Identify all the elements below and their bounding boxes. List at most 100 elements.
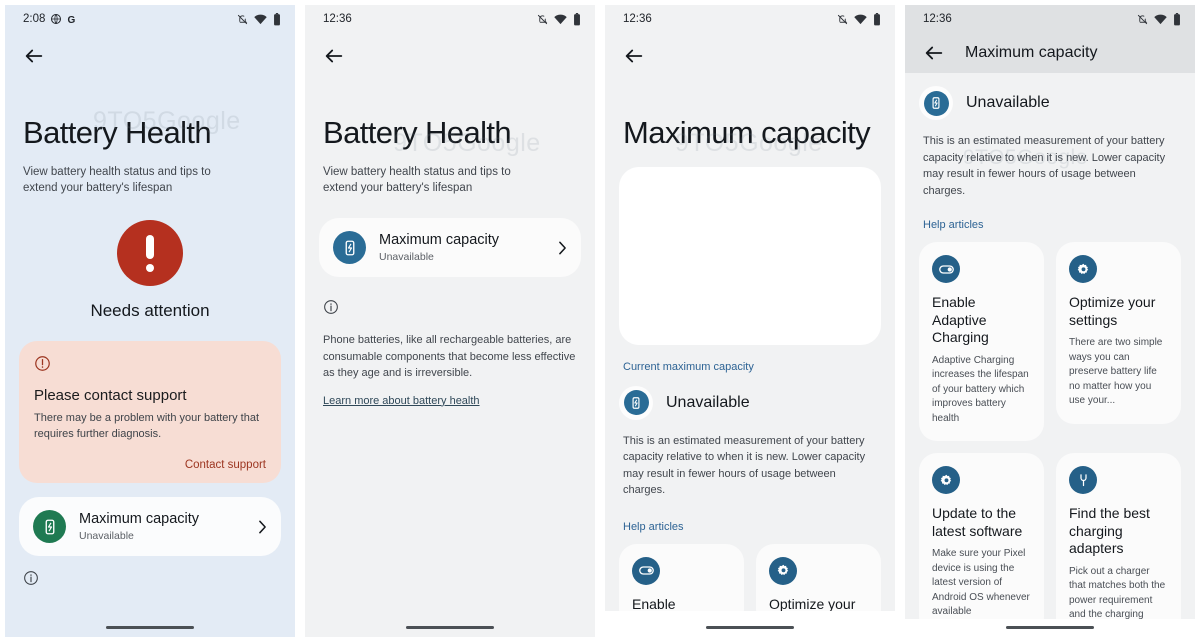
wifi-icon bbox=[854, 14, 867, 24]
current-capacity-row: Unavailable bbox=[905, 86, 1195, 120]
battery-icon bbox=[274, 12, 280, 25]
mute-icon bbox=[1137, 14, 1148, 24]
panel-battery-health-needs-attention: 2:08 G 9TO5Google Battery Health View ba… bbox=[0, 0, 300, 640]
bottom-bar bbox=[605, 611, 895, 637]
maximum-capacity-row[interactable]: Maximum capacity Unavailable bbox=[319, 218, 581, 278]
row-subtitle: Unavailable bbox=[379, 251, 434, 264]
current-capacity-row: Unavailable bbox=[605, 385, 895, 420]
capacity-description: This is an estimated measurement of your… bbox=[623, 434, 866, 497]
battery-status-label: Needs attention bbox=[90, 301, 210, 321]
status-bar-left: 2:08 G bbox=[23, 13, 79, 26]
battery-icon bbox=[874, 12, 880, 25]
current-capacity-value: Unavailable bbox=[666, 393, 750, 411]
help-card-body: Adaptive Charging increases the lifespan… bbox=[932, 354, 1029, 424]
battery-charging-icon bbox=[919, 86, 953, 120]
maximum-capacity-row[interactable]: Maximum capacity Unavailable bbox=[19, 497, 281, 557]
status-bar-left: 12:36 bbox=[323, 13, 352, 25]
status-bar: 12:36 bbox=[905, 5, 1195, 33]
help-card-title: Update to the latest software bbox=[932, 505, 1023, 539]
exclamation-icon bbox=[117, 220, 183, 287]
learn-more-link[interactable]: Learn more about battery health bbox=[323, 395, 480, 407]
row-title: Maximum capacity bbox=[79, 511, 200, 528]
battery-info-text: Phone batteries, like all rechargeable b… bbox=[323, 334, 576, 380]
chevron-right-icon bbox=[259, 520, 266, 534]
back-arrow-icon[interactable] bbox=[323, 45, 345, 67]
status-bar-clock: 12:36 bbox=[923, 13, 952, 25]
battery-charging-icon bbox=[333, 231, 366, 265]
mute-icon bbox=[837, 14, 848, 24]
help-articles-label: Help articles bbox=[623, 520, 684, 533]
toggle-icon bbox=[932, 255, 960, 283]
back-arrow-icon[interactable] bbox=[923, 42, 945, 64]
status-bar-right bbox=[237, 12, 281, 26]
help-card[interactable]: Optimize your settings There are two sim… bbox=[1056, 242, 1181, 424]
svg-text:G: G bbox=[68, 15, 76, 26]
page-title: Battery Health bbox=[23, 115, 212, 150]
battery-charging-icon bbox=[619, 385, 653, 420]
collapsed-toolbar: Maximum capacity bbox=[905, 33, 1195, 73]
power-plug-icon bbox=[1069, 466, 1097, 494]
globe-icon bbox=[51, 14, 62, 24]
warning-body: There may be a problem with your battery… bbox=[34, 412, 259, 441]
home-indicator bbox=[406, 625, 494, 629]
battery-icon bbox=[574, 12, 580, 25]
home-indicator bbox=[106, 625, 194, 629]
back-arrow-icon[interactable] bbox=[23, 45, 45, 67]
status-bar-clock: 2:08 bbox=[23, 13, 46, 25]
page-subtitle: View battery health status and tips to e… bbox=[323, 165, 511, 194]
capacity-chart-card bbox=[619, 166, 881, 345]
help-card-title: Find the best charging adapters bbox=[1069, 505, 1150, 556]
contact-support-button[interactable]: Contact support bbox=[34, 459, 266, 471]
info-icon[interactable] bbox=[305, 299, 595, 320]
help-articles-grid: Enable Adaptive Charging Adaptive Chargi… bbox=[905, 242, 1195, 637]
panel-maximum-capacity-detail: 12:36 9TO5Google Maximum capacity Curren… bbox=[600, 0, 900, 640]
battery-charging-icon bbox=[33, 510, 66, 544]
contact-support-card: Please contact support There may be a pr… bbox=[19, 341, 281, 484]
mute-icon bbox=[537, 14, 548, 24]
status-bar-clock: 12:36 bbox=[323, 13, 352, 25]
status-bar-left: 12:36 bbox=[623, 13, 652, 25]
help-card[interactable]: Enable Adaptive Charging Adaptive Chargi… bbox=[919, 242, 1044, 441]
status-bar-right bbox=[837, 12, 881, 26]
wifi-icon bbox=[1154, 14, 1167, 24]
help-card-title: Optimize your settings bbox=[1069, 294, 1156, 328]
status-bar-right bbox=[537, 12, 581, 26]
panel-maximum-capacity-scrolled: 12:36 Maximum capacity 9TO5Google Unavai… bbox=[900, 0, 1200, 640]
help-card-title: Enable Adaptive Charging bbox=[932, 294, 989, 345]
alert-circle-icon bbox=[35, 356, 50, 372]
screenshot-row: 2:08 G 9TO5Google Battery Health View ba… bbox=[0, 0, 1200, 640]
status-bar-clock: 12:36 bbox=[623, 13, 652, 25]
panel-battery-health-normal: 12:36 9TO5Google Battery Health View bat… bbox=[300, 0, 600, 640]
mute-icon bbox=[237, 14, 248, 24]
home-indicator bbox=[706, 625, 794, 629]
help-articles-label: Help articles bbox=[923, 219, 984, 231]
status-bar-left: 12:36 bbox=[923, 13, 952, 25]
capacity-description: This is an estimated measurement of your… bbox=[923, 135, 1166, 197]
nav-row bbox=[605, 33, 895, 79]
page-subtitle: View battery health status and tips to e… bbox=[23, 165, 211, 194]
battery-icon bbox=[1174, 12, 1180, 25]
help-card[interactable]: Find the best charging adapters Pick out… bbox=[1056, 453, 1181, 637]
help-card[interactable]: Update to the latest software Make sure … bbox=[919, 453, 1044, 635]
gear-icon bbox=[1069, 255, 1097, 283]
wifi-icon bbox=[254, 14, 267, 24]
google-g-icon: G bbox=[68, 15, 76, 26]
back-arrow-icon[interactable] bbox=[623, 45, 645, 67]
toggle-icon bbox=[632, 556, 660, 585]
page-title: Maximum capacity bbox=[623, 115, 871, 150]
help-card-body: Make sure your Pixel device is using the… bbox=[932, 548, 1030, 617]
status-bar-right bbox=[1137, 12, 1181, 26]
row-title: Maximum capacity bbox=[379, 232, 500, 249]
nav-row bbox=[5, 33, 295, 79]
status-bar: 12:36 bbox=[605, 5, 895, 33]
help-card-body: There are two simple ways you can preser… bbox=[1069, 337, 1163, 406]
status-bar: 12:36 bbox=[305, 5, 595, 33]
gear-icon bbox=[932, 466, 960, 494]
row-subtitle: Unavailable bbox=[79, 530, 134, 543]
gear-icon bbox=[769, 556, 797, 585]
current-capacity-value: Unavailable bbox=[966, 94, 1050, 111]
home-indicator bbox=[1006, 625, 1094, 629]
status-bar: 2:08 G bbox=[5, 5, 295, 33]
info-icon[interactable] bbox=[5, 570, 295, 591]
wifi-icon bbox=[554, 14, 567, 24]
